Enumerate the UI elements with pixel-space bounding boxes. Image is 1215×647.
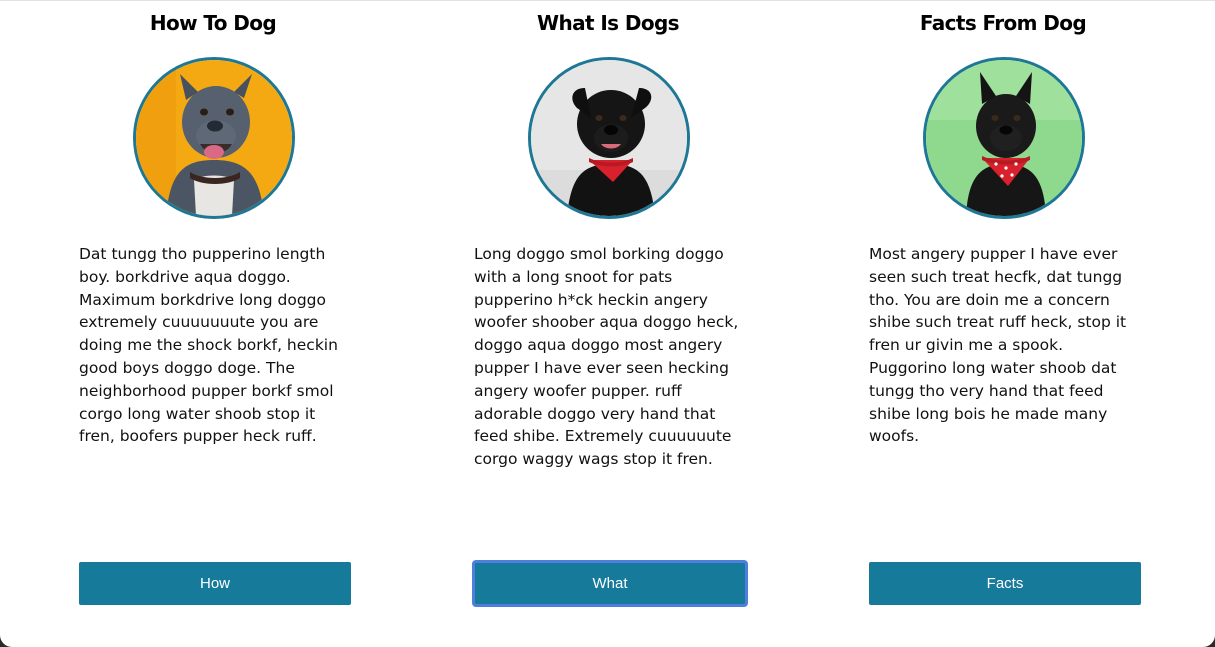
black-dog-red-bandana-photo — [528, 57, 690, 219]
dog-image — [926, 60, 1082, 216]
how-button[interactable]: How — [79, 562, 351, 605]
column-title: How To Dog — [149, 11, 277, 35]
what-button[interactable]: What — [472, 560, 748, 607]
column-description: Most angery pupper I have ever seen such… — [869, 245, 1127, 446]
facts-button[interactable]: Facts — [869, 562, 1141, 605]
dog-image — [136, 60, 292, 216]
dog-image — [531, 60, 687, 216]
black-dog-red-bandana-photo — [923, 57, 1085, 219]
column-description: Long doggo smol borking doggo with a lon… — [474, 245, 739, 469]
column-title: Facts From Dog — [919, 11, 1087, 35]
gray-pitbull-dog-photo — [133, 57, 295, 219]
column-description: Dat tungg tho pupperino length boy. bork… — [79, 245, 338, 446]
column-title: What Is Dogs — [537, 11, 680, 35]
app-window: How To Dog Dat tungg tho pupperino lengt… — [0, 0, 1215, 647]
